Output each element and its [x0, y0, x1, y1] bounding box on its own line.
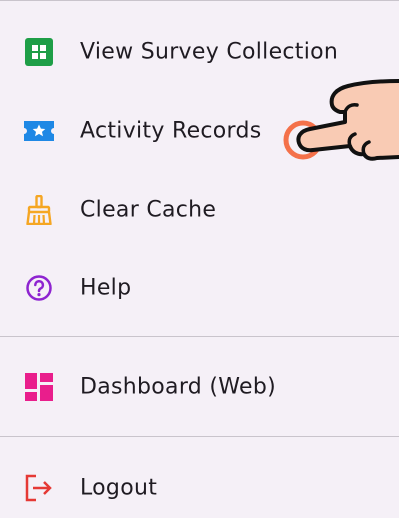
- menu-item-label: Dashboard (Web): [80, 374, 276, 400]
- star-ticket-icon: [24, 116, 54, 146]
- menu-item-logout[interactable]: Logout: [0, 458, 399, 518]
- dashboard-icon: [24, 372, 54, 402]
- menu-item-clear-cache[interactable]: Clear Cache: [0, 180, 399, 240]
- menu-divider: [0, 336, 399, 337]
- menu-item-label: Activity Records: [80, 118, 262, 144]
- broom-icon: [24, 195, 54, 225]
- menu-divider: [0, 436, 399, 437]
- menu-item-label: Clear Cache: [80, 197, 217, 223]
- menu-item-view-survey-collection[interactable]: View Survey Collection: [0, 22, 399, 82]
- menu-item-dashboard-web[interactable]: Dashboard (Web): [0, 357, 399, 417]
- help-circle-icon: [24, 273, 54, 303]
- menu-item-activity-records[interactable]: Activity Records: [0, 101, 399, 161]
- menu-item-help[interactable]: Help: [0, 258, 399, 318]
- menu-item-label: View Survey Collection: [80, 39, 339, 65]
- logout-icon: [24, 473, 54, 503]
- top-divider: [0, 0, 399, 1]
- menu-item-label: Help: [80, 275, 132, 301]
- grid-icon: [24, 37, 54, 67]
- menu-item-label: Logout: [80, 475, 158, 501]
